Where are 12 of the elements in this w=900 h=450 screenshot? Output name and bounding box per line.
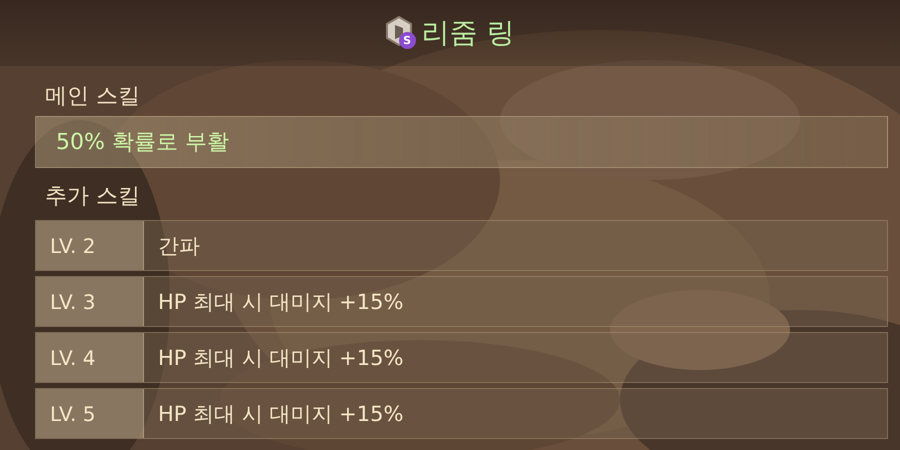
item-title: 리줌 링 (422, 15, 514, 51)
level-cell: LV. 3 (36, 277, 144, 326)
level-cell: LV. 2 (36, 221, 144, 270)
section-label: 추가 스킬 (45, 183, 141, 211)
level-cell: LV. 5 (36, 389, 144, 438)
level-cell: LV. 4 (36, 333, 144, 382)
main-skill-bar: 50% 확률로 부활 (35, 116, 888, 168)
section-label: 메인 스킬 (45, 83, 141, 111)
skill-effect: 간파 (157, 232, 200, 260)
skill-effect: HP 최대 시 대미지 +15% (157, 400, 404, 428)
skill-effect: HP 최대 시 대미지 +15% (157, 344, 404, 372)
skill-effect: HP 최대 시 대미지 +15% (157, 288, 404, 316)
